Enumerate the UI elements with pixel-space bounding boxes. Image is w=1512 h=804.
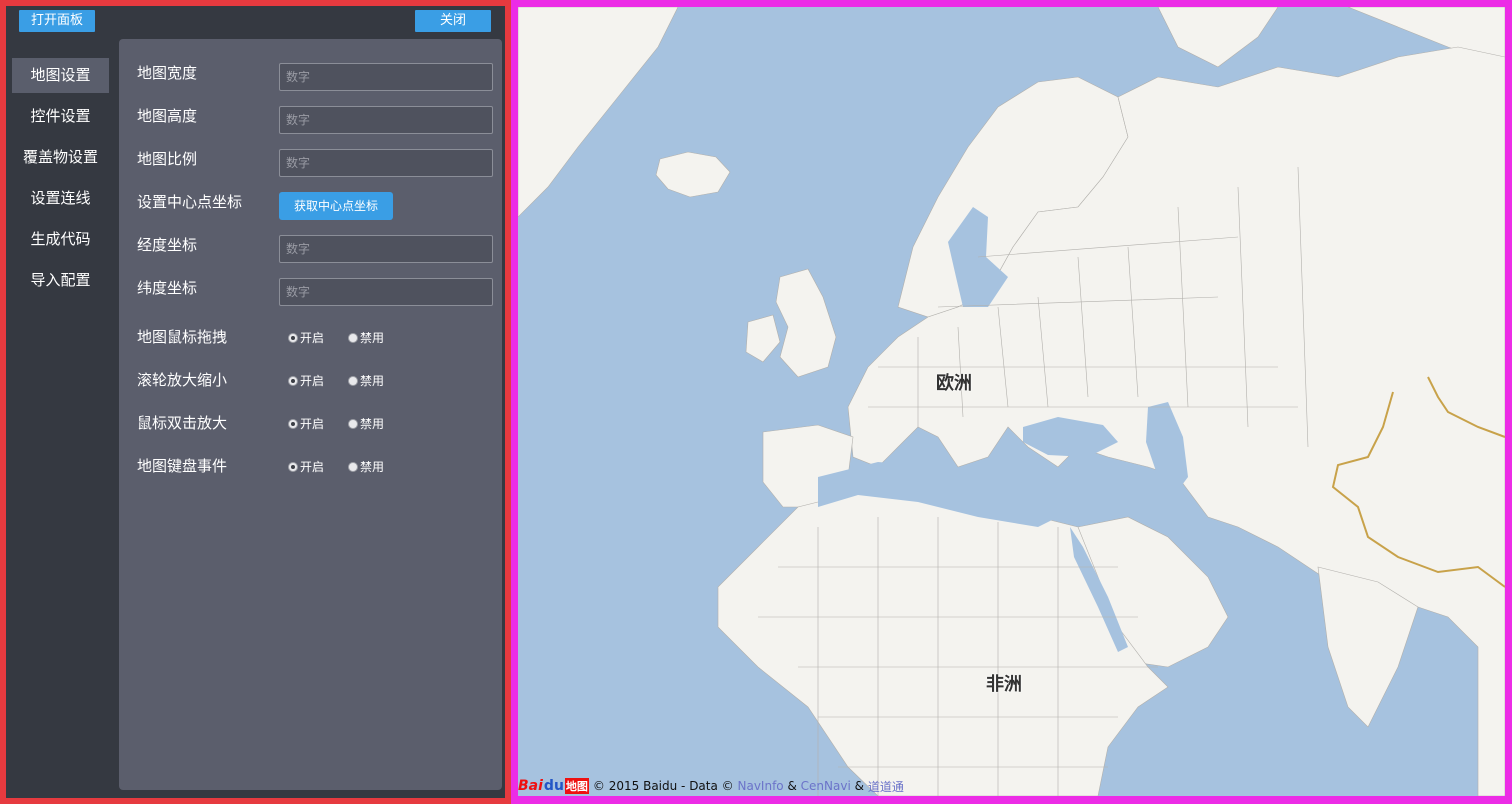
logo-text-map: 地图 [564, 778, 589, 794]
ampersand: & [787, 779, 797, 793]
copyright-text: © 2015 Baidu - Data © [592, 779, 734, 793]
config-panel: 打开面板 关闭 地图设置 控件设置 覆盖物设置 设置连线 生成代码 导入配置 地… [6, 6, 505, 798]
scroll-zoom-disable-radio[interactable]: 禁用 [348, 372, 384, 389]
map-width-label: 地图宽度 [137, 64, 198, 82]
dblclick-zoom-enable-radio[interactable]: 开启 [288, 415, 324, 432]
map-attribution: Bai du 地图 © 2015 Baidu - Data © NavInfo … [518, 776, 904, 796]
map-scale-input[interactable] [279, 149, 493, 177]
africa-label: 非洲 [986, 674, 1022, 695]
keyboard-enable-radio[interactable]: 开启 [288, 458, 324, 475]
map-height-input[interactable] [279, 106, 493, 134]
nav-item-overlay-settings[interactable]: 覆盖物设置 [12, 140, 109, 175]
radio-checked-icon [288, 332, 298, 343]
drag-enable-radio[interactable]: 开启 [288, 329, 324, 346]
radio-unchecked-icon [348, 461, 359, 472]
navinfo-link[interactable]: NavInfo [738, 779, 784, 793]
toggle-row-dblclick-zoom: 鼠标双击放大 开启 禁用 [137, 413, 497, 441]
map-width-input[interactable] [279, 63, 493, 91]
radio-label: 开启 [300, 374, 325, 388]
open-panel-button[interactable]: 打开面板 [19, 10, 95, 32]
radio-unchecked-icon [348, 375, 359, 386]
daodaotong-link[interactable]: 道道通 [868, 778, 904, 795]
longitude-input[interactable] [279, 235, 493, 263]
dblclick-zoom-radio-group: 开启 禁用 [288, 415, 384, 432]
radio-label: 禁用 [360, 331, 385, 345]
baidu-map-logo[interactable]: Bai du 地图 [518, 778, 589, 794]
close-button[interactable]: 关闭 [415, 10, 491, 32]
radio-unchecked-icon [348, 418, 359, 429]
radio-label: 禁用 [360, 374, 385, 388]
radio-unchecked-icon [348, 332, 359, 343]
cennavi-link[interactable]: CenNavi [801, 779, 851, 793]
toggle-label-dblclick-zoom: 鼠标双击放大 [137, 414, 228, 432]
toggle-row-scroll-zoom: 滚轮放大缩小 开启 禁用 [137, 370, 497, 398]
config-panel-frame: 打开面板 关闭 地图设置 控件设置 覆盖物设置 设置连线 生成代码 导入配置 地… [0, 0, 511, 804]
iceland-landmass [655, 151, 731, 198]
radio-label: 禁用 [360, 460, 385, 474]
map-height-label: 地图高度 [137, 107, 198, 125]
drag-radio-group: 开启 禁用 [288, 329, 384, 346]
dblclick-zoom-disable-radio[interactable]: 禁用 [348, 415, 384, 432]
side-nav: 地图设置 控件设置 覆盖物设置 设置连线 生成代码 导入配置 [12, 58, 109, 304]
nav-item-map-settings[interactable]: 地图设置 [12, 58, 109, 93]
latitude-row: 纬度坐标 [137, 278, 497, 306]
nav-item-import-config[interactable]: 导入配置 [12, 263, 109, 298]
map-canvas[interactable]: 欧洲 非洲 Bai du 地图 © 2015 Baidu - Data © Na… [518, 7, 1505, 796]
toggle-label-keyboard: 地图键盘事件 [137, 457, 228, 475]
scroll-zoom-enable-radio[interactable]: 开启 [288, 372, 324, 389]
nav-item-generate-code[interactable]: 生成代码 [12, 222, 109, 257]
logo-text-du: du [543, 778, 564, 794]
radio-label: 禁用 [360, 417, 385, 431]
latitude-input[interactable] [279, 278, 493, 306]
longitude-label: 经度坐标 [137, 236, 198, 254]
map-width-row: 地图宽度 [137, 63, 497, 91]
toggle-row-drag: 地图鼠标拖拽 开启 禁用 [137, 327, 497, 355]
radio-checked-icon [288, 418, 298, 429]
map-height-row: 地图高度 [137, 106, 497, 134]
radio-checked-icon [288, 375, 298, 386]
latitude-label: 纬度坐标 [137, 279, 198, 297]
map-scale-label: 地图比例 [137, 150, 198, 168]
radio-label: 开启 [300, 417, 325, 431]
radio-checked-icon [288, 461, 298, 472]
map-center-row: 设置中心点坐标 获取中心点坐标 [137, 192, 497, 220]
keyboard-radio-group: 开启 禁用 [288, 458, 384, 475]
radio-label: 开启 [300, 331, 325, 345]
ireland-landmass [745, 314, 781, 363]
logo-text-bai: Bai [518, 778, 543, 794]
longitude-row: 经度坐标 [137, 235, 497, 263]
map-scale-row: 地图比例 [137, 149, 497, 177]
nav-item-control-settings[interactable]: 控件设置 [12, 99, 109, 134]
map-settings-card: 地图宽度 地图高度 地图比例 设置中心点坐标 获取中心点坐标 经度坐标 纬度坐标 [119, 39, 502, 790]
map-center-label: 设置中心点坐标 [137, 193, 243, 211]
toggle-label-scroll-zoom: 滚轮放大缩小 [137, 371, 228, 389]
get-center-button[interactable]: 获取中心点坐标 [279, 192, 393, 220]
greenland-landmass [518, 7, 679, 218]
great-britain-landmass [775, 268, 837, 378]
radio-label: 开启 [300, 460, 325, 474]
europe-label: 欧洲 [936, 373, 972, 394]
scroll-zoom-radio-group: 开启 禁用 [288, 372, 384, 389]
keyboard-disable-radio[interactable]: 禁用 [348, 458, 384, 475]
map-frame: 欧洲 非洲 Bai du 地图 © 2015 Baidu - Data © Na… [511, 0, 1512, 804]
drag-disable-radio[interactable]: 禁用 [348, 329, 384, 346]
toggle-row-keyboard: 地图键盘事件 开启 禁用 [137, 456, 497, 484]
nav-item-polyline-settings[interactable]: 设置连线 [12, 181, 109, 216]
ampersand: & [854, 779, 864, 793]
toggle-label-drag: 地图鼠标拖拽 [137, 328, 228, 346]
